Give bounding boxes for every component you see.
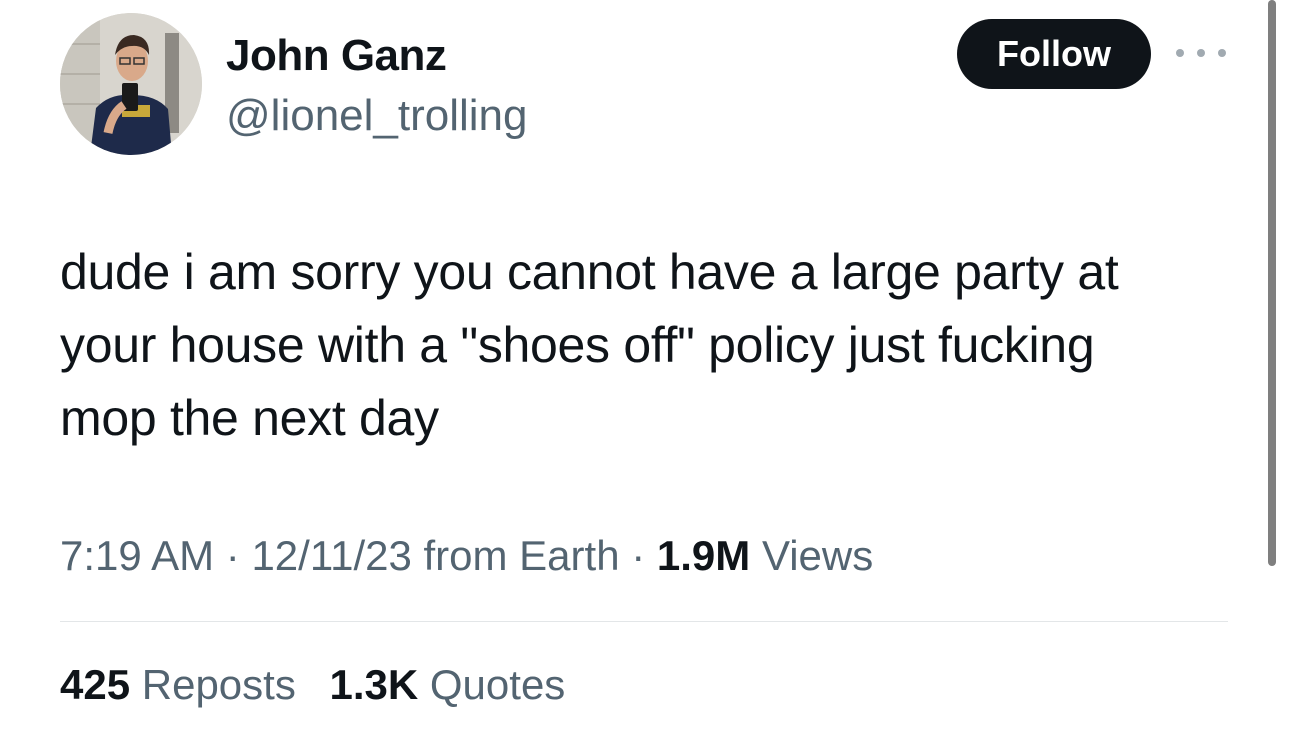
tweet-date[interactable]: 12/11/23 [251,532,411,579]
divider [60,621,1228,622]
follow-button[interactable]: Follow [957,19,1151,89]
avatar-photo [60,13,202,155]
dot [1197,49,1205,57]
tweet-source: from Earth [423,532,620,579]
reposts-label: Reposts [141,661,296,708]
more-horizontal-icon[interactable] [1176,40,1226,66]
separator: · [225,532,240,579]
views-label: Views [761,532,874,579]
tweet-text-line: mop the next day [60,390,439,446]
tweet-time[interactable]: 7:19 AM [60,532,214,579]
views-count: 1.9M [656,532,751,579]
quotes-link[interactable]: 1.3K Quotes [330,661,566,708]
quotes-label: Quotes [429,661,566,708]
dot [1176,49,1184,57]
dot [1218,49,1226,57]
tweet-text: dude i am sorry you cannot have a large … [60,236,1240,455]
author-handle[interactable]: @lionel_trolling [226,90,528,142]
avatar[interactable] [60,13,202,155]
author-display-name[interactable]: John Ganz [226,30,447,82]
scrollbar[interactable] [1268,0,1276,566]
reposts-count: 425 [60,661,131,708]
engagement-stats: 425 Reposts 1.3K Quotes [60,657,587,713]
tweet-meta: 7:19 AM · 12/11/23 from Earth · 1.9M Vie… [60,528,873,584]
tweet-text-line: dude i am sorry you cannot have a large … [60,244,1119,300]
separator: · [631,532,646,579]
reposts-link[interactable]: 425 Reposts [60,661,296,708]
quotes-count: 1.3K [329,661,419,708]
tweet-text-line: your house with a "shoes off" policy jus… [60,317,1095,373]
